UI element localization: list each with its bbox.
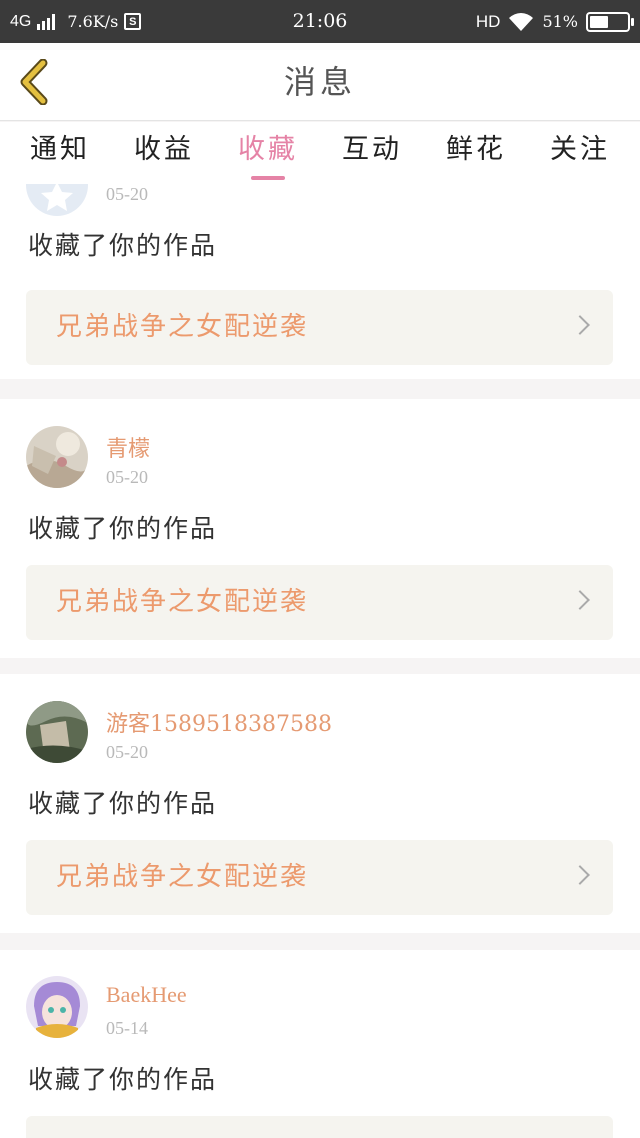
- work-link[interactable]: 兄弟战争之女配逆袭: [26, 565, 613, 640]
- item-date: 05-20: [106, 184, 148, 204]
- tab-label: 收益: [134, 134, 194, 165]
- tab-label: 关注: [550, 134, 610, 165]
- status-bar: 4G 7.6K/s S 21:06 HD 51%: [0, 0, 640, 43]
- list-item: 青檬 05-20 收藏了你的作品 兄弟战争之女配逆袭: [0, 399, 640, 658]
- hd-indicator: HD: [475, 11, 501, 31]
- item-action-text: 收藏了你的作品: [28, 514, 218, 543]
- avatar[interactable]: [26, 426, 88, 488]
- tab-bar: 通知 收益 收藏 互动 鲜花 关注: [0, 122, 640, 184]
- chevron-right-icon: [570, 315, 590, 335]
- work-link[interactable]: 兄弟战争之女配逆袭: [26, 290, 613, 365]
- item-date: 05-20: [106, 467, 148, 487]
- battery-icon: [586, 11, 634, 32]
- avatar[interactable]: [26, 184, 88, 216]
- tab-interactions[interactable]: 互动: [320, 122, 424, 184]
- chevron-right-icon: [570, 590, 590, 610]
- item-action-text: 收藏了你的作品: [28, 231, 218, 260]
- tab-notifications[interactable]: 通知: [8, 122, 112, 184]
- page-title: 消息: [283, 63, 356, 101]
- battery-percent: 51%: [542, 12, 578, 31]
- default-avatar-icon: [26, 184, 88, 216]
- tab-favorites[interactable]: 收藏: [216, 122, 320, 184]
- tab-label: 鲜花: [446, 134, 506, 165]
- tab-earnings[interactable]: 收益: [112, 122, 216, 184]
- user-avatar-image: [26, 701, 88, 763]
- item-action-text: 收藏了你的作品: [28, 1065, 218, 1094]
- work-title: 兄弟战争之女配逆袭: [56, 312, 309, 342]
- work-link[interactable]: [26, 1116, 613, 1138]
- tab-following[interactable]: 关注: [528, 122, 632, 184]
- work-title: 兄弟战争之女配逆袭: [56, 862, 309, 892]
- avatar[interactable]: [26, 701, 88, 763]
- avatar[interactable]: [26, 976, 88, 1038]
- item-date: 05-14: [106, 1018, 148, 1038]
- item-date: 05-20: [106, 742, 148, 762]
- favorites-feed[interactable]: 05-20 收藏了你的作品 兄弟战争之女配逆袭 青檬 05-20 收藏了你的作品…: [0, 184, 640, 1138]
- chevron-right-icon: [570, 865, 590, 885]
- username[interactable]: 青檬: [106, 431, 150, 463]
- list-item: 05-20 收藏了你的作品 兄弟战争之女配逆袭: [0, 184, 640, 379]
- wifi-icon: [509, 12, 534, 31]
- battery-level: [590, 15, 609, 28]
- active-tab-indicator: [251, 176, 285, 180]
- username[interactable]: 游客1589518387588: [106, 706, 332, 738]
- tab-label: 互动: [342, 134, 402, 165]
- status-right: HD 51%: [475, 0, 634, 43]
- work-title: 兄弟战争之女配逆袭: [56, 587, 309, 617]
- user-avatar-image: [26, 976, 88, 1038]
- list-item: 游客1589518387588 05-20 收藏了你的作品 兄弟战争之女配逆袭: [0, 674, 640, 933]
- top-nav-bar: 消息: [0, 43, 640, 121]
- item-action-text: 收藏了你的作品: [28, 789, 218, 818]
- work-link[interactable]: 兄弟战争之女配逆袭: [26, 840, 613, 915]
- tab-label: 收藏: [238, 134, 298, 165]
- tab-flowers[interactable]: 鲜花: [424, 122, 528, 184]
- user-avatar-image: [26, 426, 88, 488]
- username[interactable]: BaekHee: [106, 982, 187, 1008]
- tab-label: 通知: [30, 134, 90, 165]
- list-item: BaekHee 05-14 收藏了你的作品: [0, 950, 640, 1138]
